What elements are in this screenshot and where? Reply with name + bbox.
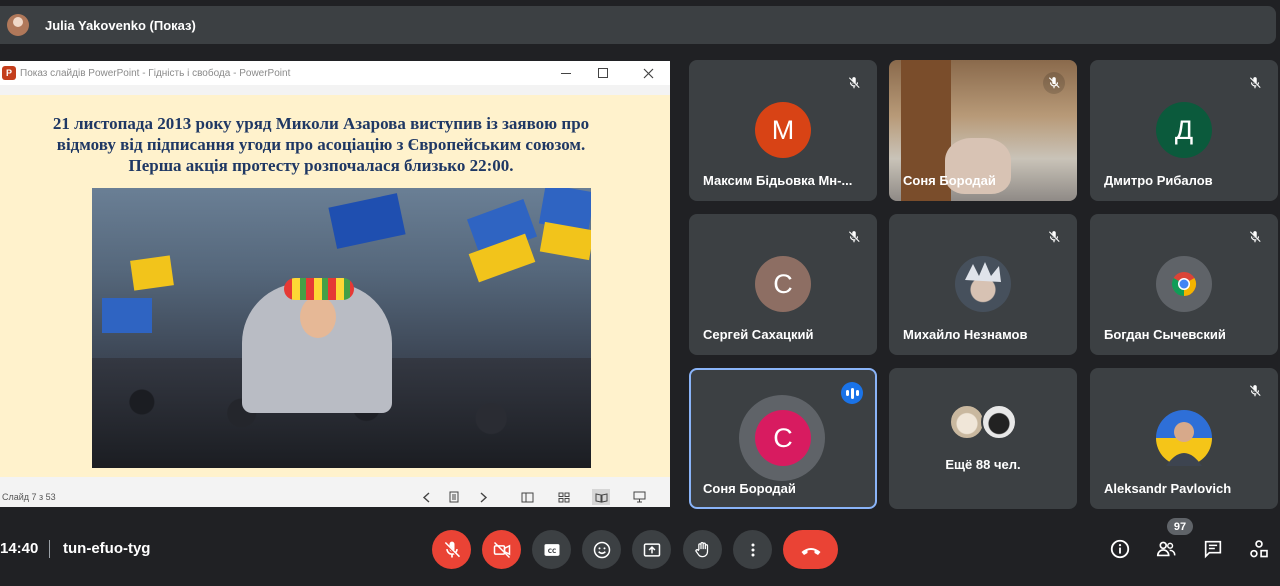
more-options-button[interactable] <box>733 530 772 569</box>
raise-hand-button[interactable] <box>683 530 722 569</box>
hangup-icon <box>801 547 820 555</box>
mic-off-icon <box>843 226 865 248</box>
ppt-status-bar: Слайд 7 з 53 <box>0 486 670 507</box>
present-button[interactable] <box>632 530 671 569</box>
emoji-icon <box>593 541 610 558</box>
participant-tile[interactable]: Соня Бородай <box>889 60 1077 201</box>
top-bar: Julia Yakovenko (Показ) <box>0 0 1280 44</box>
participant-tile-active[interactable]: С Соня Бородай <box>689 368 877 509</box>
slide: 21 листопада 2013 року уряд Миколи Азаро… <box>0 95 670 477</box>
maximize-icon[interactable] <box>585 61 621 85</box>
face-shape <box>300 296 336 338</box>
people-icon <box>1156 541 1176 557</box>
participant-avatar: Д <box>1156 102 1212 158</box>
speaking-indicator-icon <box>841 382 863 404</box>
info-icon <box>1110 539 1130 559</box>
ppt-titlebar: P Показ слайдів PowerPoint - Гідність і … <box>0 61 670 85</box>
participant-name: Максим Бідьовка Мн-... <box>703 173 853 188</box>
wolf-avatar <box>981 404 1017 440</box>
participant-tile[interactable]: Михайло Незнамов <box>889 214 1077 355</box>
camera-off-icon <box>493 541 510 558</box>
people-button[interactable] <box>1154 537 1178 561</box>
close-icon[interactable] <box>630 61 666 85</box>
participant-name: Дмитро Рибалов <box>1104 173 1213 188</box>
divider <box>49 540 50 558</box>
more-participants-tile[interactable]: Ещё 88 чел. <box>889 368 1077 509</box>
meeting-details-button[interactable] <box>1108 537 1132 561</box>
participants-count-badge: 97 <box>1167 518 1193 535</box>
present-icon <box>643 542 660 557</box>
slide-menu-icon[interactable] <box>445 489 463 505</box>
hand-icon <box>694 541 708 557</box>
participant-tile[interactable]: Д Дмитро Рибалов <box>1090 60 1278 201</box>
captions-button[interactable]: CC <box>532 530 571 569</box>
participant-tile[interactable]: Богдан Сычевский <box>1090 214 1278 355</box>
presenter-avatar <box>7 14 29 36</box>
reading-view-icon[interactable] <box>592 489 610 505</box>
presenter-chip[interactable]: Julia Yakovenko (Показ) <box>0 6 1276 44</box>
participant-tile[interactable]: М Максим Бідьовка Мн-... <box>689 60 877 201</box>
participant-name: Соня Бородай <box>903 173 996 188</box>
bottom-bar: 14:40 tun-efuo-tyg CC 97 <box>0 515 1280 586</box>
chat-button[interactable] <box>1201 537 1225 561</box>
mic-off-icon <box>1244 72 1266 94</box>
anime-avatar <box>955 256 1011 312</box>
mic-toggle-button[interactable] <box>432 530 471 569</box>
mic-off-icon <box>443 541 460 558</box>
participant-tile[interactable]: С Сергей Сахацкий <box>689 214 877 355</box>
wreath-shape <box>284 278 354 300</box>
slide-sorter-icon[interactable] <box>555 489 573 505</box>
participant-name: Сергей Сахацкий <box>703 327 814 342</box>
flag-shape <box>130 255 174 291</box>
normal-view-icon[interactable] <box>518 489 536 505</box>
next-slide-icon[interactable] <box>475 489 493 505</box>
chat-icon <box>1204 540 1222 559</box>
ppt-window-title: Показ слайдів PowerPoint - Гідність і св… <box>20 67 291 79</box>
shared-presentation: P Показ слайдів PowerPoint - Гідність і … <box>0 61 670 507</box>
meeting-code: tun-efuo-tyg <box>63 540 151 557</box>
participant-tile[interactable]: Aleksandr Pavlovich <box>1090 368 1278 509</box>
flag-shape <box>102 298 152 333</box>
participant-avatar: С <box>755 410 811 466</box>
leave-call-button[interactable] <box>783 530 838 569</box>
mic-off-icon <box>1244 380 1266 402</box>
more-avatars <box>949 404 1017 440</box>
participant-name: Соня Бородай <box>703 481 796 496</box>
captions-icon: CC <box>544 543 559 556</box>
mic-off-icon <box>1043 226 1065 248</box>
slideshow-icon[interactable] <box>630 489 648 505</box>
eu-flag-shape <box>328 193 406 249</box>
slide-photo <box>92 188 591 468</box>
cat-avatar <box>949 404 985 440</box>
svg-text:CC: CC <box>547 548 556 554</box>
participant-avatar: С <box>755 256 811 312</box>
slide-text: 21 листопада 2013 року уряд Миколи Азаро… <box>52 114 590 175</box>
participant-avatar: М <box>755 102 811 158</box>
prev-slide-icon[interactable] <box>417 489 435 505</box>
chrome-icon <box>1156 256 1212 312</box>
participant-photo <box>1156 410 1212 466</box>
powerpoint-icon: P <box>2 66 16 80</box>
clock: 14:40 <box>0 540 39 557</box>
participant-name: Aleksandr Pavlovich <box>1104 481 1232 496</box>
mic-off-icon <box>1244 226 1266 248</box>
more-participants-label: Ещё 88 чел. <box>945 457 1021 472</box>
reactions-button[interactable] <box>582 530 621 569</box>
presenter-name: Julia Yakovenko (Показ) <box>45 17 196 33</box>
participant-name: Михайло Незнамов <box>903 327 1028 342</box>
mic-off-icon <box>1043 72 1065 94</box>
camera-toggle-button[interactable] <box>482 530 521 569</box>
mic-off-icon <box>843 72 865 94</box>
activities-icon <box>1250 540 1268 558</box>
meet-window: Julia Yakovenko (Показ) P Показ слайдів … <box>0 0 1280 586</box>
slide-counter: Слайд 7 з 53 <box>2 491 56 502</box>
activities-button[interactable] <box>1247 537 1271 561</box>
participant-name: Богдан Сычевский <box>1104 327 1226 342</box>
more-vert-icon <box>751 543 754 556</box>
minimize-icon[interactable] <box>548 61 584 85</box>
